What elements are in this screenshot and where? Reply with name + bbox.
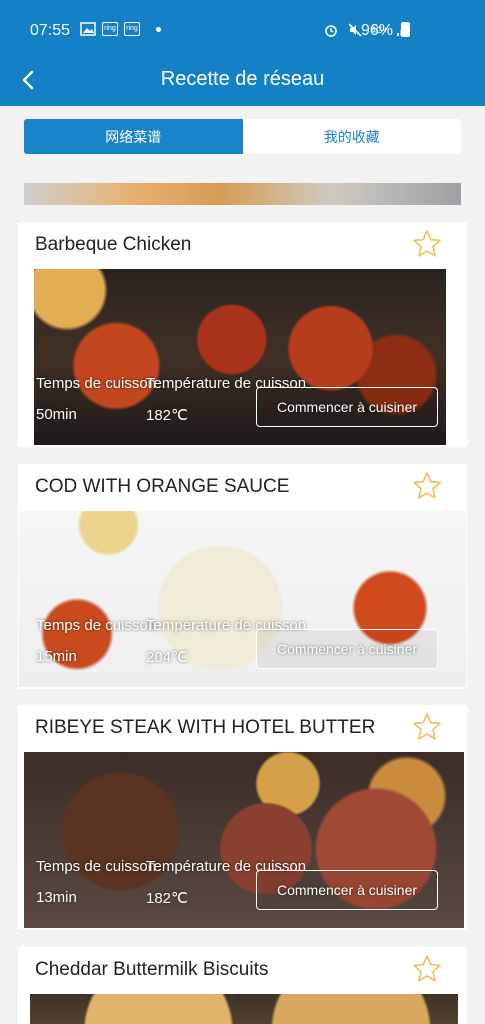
tab-bar: 网络菜谱 我的收藏 (24, 119, 461, 154)
battery-icon (401, 22, 410, 37)
star-icon[interactable] (411, 470, 443, 502)
recipe-title: Cheddar Buttermilk Biscuits (35, 959, 269, 980)
recipe-title: RIBEYE STEAK WITH HOTEL BUTTER (35, 717, 376, 738)
tab-online-recipes[interactable]: 网络菜谱 (24, 119, 243, 154)
cook-temperature-value: 182℃ (146, 407, 188, 424)
battery-percent: 96% (360, 22, 393, 39)
recipe-title: Barbeque Chicken (35, 234, 192, 255)
cook-temperature-value: 204℃ (146, 649, 188, 666)
recipe-image[interactable]: Temps de cuisson Température de cuisson … (19, 511, 466, 687)
star-icon[interactable] (411, 953, 443, 985)
ring-icon: ring (124, 22, 140, 36)
ring-icon: ring (102, 22, 118, 36)
cook-temperature-value: 182℃ (146, 890, 188, 907)
cook-time-value: 13min (36, 889, 77, 906)
recipe-image[interactable] (24, 183, 461, 205)
page-title: Recette de réseau (160, 68, 325, 90)
card-header: RIBEYE STEAK WITH HOTEL BUTTER (18, 705, 467, 752)
start-cooking-button[interactable]: Commencer à cuisiner (256, 629, 438, 669)
status-bar: 07:55 ring ring 4G+ 96% (0, 0, 485, 60)
recipe-title: COD WITH ORANGE SAUCE (35, 476, 290, 497)
recipe-list[interactable]: Barbeque Chicken Temps de cuisson Tempér… (0, 175, 485, 1024)
star-icon[interactable] (411, 711, 443, 743)
recipe-image[interactable] (30, 994, 458, 1024)
alarm-icon (324, 25, 337, 37)
start-cooking-button[interactable]: Commencer à cuisiner (256, 387, 438, 427)
start-cooking-button[interactable]: Commencer à cuisiner (256, 870, 438, 910)
recipe-image[interactable]: Temps de cuisson Température de cuisson … (34, 269, 446, 445)
more-notifications-dot (156, 26, 161, 32)
cook-time-value: 50min (36, 406, 77, 423)
tab-my-favorites[interactable]: 我的收藏 (242, 119, 461, 154)
star-icon[interactable] (411, 228, 443, 260)
cook-time-label: Temps de cuisson (36, 858, 157, 875)
card-header: Barbeque Chicken (18, 222, 467, 269)
recipe-image[interactable]: Temps de cuisson Température de cuisson … (24, 752, 464, 928)
recipe-card[interactable]: Cheddar Buttermilk Biscuits (18, 947, 467, 1024)
status-time: 07:55 (30, 22, 71, 39)
card-header: Cheddar Buttermilk Biscuits (18, 947, 467, 994)
status-notification-icons: ring ring (80, 22, 161, 36)
card-header: COD WITH ORANGE SAUCE (18, 464, 467, 511)
recipe-card[interactable]: Barbeque Chicken Temps de cuisson Tempér… (18, 222, 467, 447)
recipe-card[interactable]: COD WITH ORANGE SAUCE Temps de cuisson T… (18, 464, 467, 689)
recipe-card[interactable]: RIBEYE STEAK WITH HOTEL BUTTER Temps de … (18, 705, 467, 930)
cook-time-value: 15min (36, 648, 77, 665)
app-bar: Recette de réseau (0, 60, 485, 106)
cook-time-label: Temps de cuisson (36, 617, 157, 634)
cook-time-label: Temps de cuisson (36, 375, 157, 392)
image-icon (80, 22, 96, 36)
